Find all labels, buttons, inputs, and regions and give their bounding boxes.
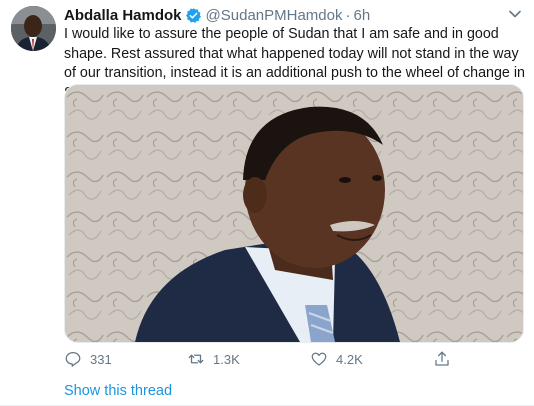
tweet-photo[interactable]	[64, 84, 524, 343]
show-thread-link[interactable]: Show this thread	[64, 383, 172, 399]
share-button[interactable]	[433, 350, 459, 368]
display-name[interactable]: Abdalla Hamdok	[64, 7, 182, 24]
share-icon	[435, 351, 449, 366]
tweet-header: Abdalla Hamdok @SudanPMHamdok · 6h	[64, 6, 370, 24]
reply-button[interactable]: 331	[64, 350, 187, 368]
tweet[interactable]: Abdalla Hamdok @SudanPMHamdok · 6h I wou…	[0, 0, 534, 406]
like-button[interactable]: 4.2K	[310, 350, 433, 368]
like-count: 4.2K	[336, 351, 363, 367]
tweet-actions: 331 1.3K 4.2K	[64, 348, 504, 370]
heart-icon	[311, 352, 327, 366]
reply-icon	[65, 351, 81, 367]
retweet-count: 1.3K	[213, 351, 240, 367]
separator-dot: ·	[345, 6, 351, 24]
reply-count: 331	[90, 351, 112, 367]
avatar[interactable]	[11, 6, 56, 51]
handle[interactable]: @SudanPMHamdok	[206, 7, 343, 24]
retweet-button[interactable]: 1.3K	[187, 350, 310, 368]
timestamp[interactable]: 6h	[354, 7, 371, 24]
retweet-icon	[188, 354, 204, 364]
chevron-down-icon[interactable]	[508, 7, 522, 21]
verified-badge-icon	[185, 7, 202, 24]
